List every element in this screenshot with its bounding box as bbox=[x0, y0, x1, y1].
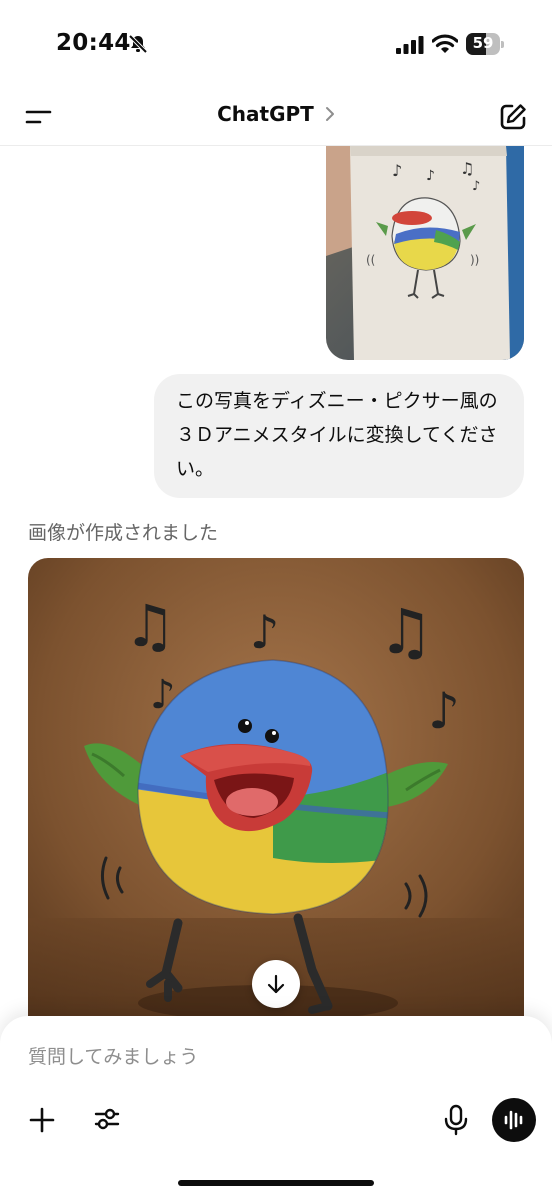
battery-body: 59 bbox=[466, 33, 500, 55]
svg-text:♪: ♪ bbox=[428, 682, 460, 740]
svg-text:♫: ♫ bbox=[124, 592, 176, 660]
svg-text:((: (( bbox=[366, 253, 375, 267]
arrow-down-icon bbox=[267, 974, 285, 994]
message-composer bbox=[0, 1016, 552, 1200]
svg-text:)): )) bbox=[470, 253, 479, 267]
wifi-icon bbox=[432, 34, 458, 53]
svg-text:♪: ♪ bbox=[426, 168, 435, 184]
cellular-signal-icon bbox=[396, 36, 424, 54]
page-title: ChatGPT bbox=[217, 102, 314, 126]
battery-percentage: 59 bbox=[472, 34, 494, 52]
plus-icon[interactable] bbox=[28, 1106, 56, 1134]
voice-waveform-icon bbox=[504, 1110, 523, 1130]
status-time: 20:44 bbox=[56, 30, 131, 56]
home-indicator bbox=[178, 1180, 374, 1186]
svg-text:♪: ♪ bbox=[472, 179, 480, 194]
compose-icon[interactable] bbox=[498, 102, 528, 132]
battery-indicator: 59 bbox=[466, 33, 504, 55]
svg-text:♪: ♪ bbox=[250, 605, 279, 659]
model-selector[interactable]: ChatGPT bbox=[0, 102, 552, 126]
image-created-status: 画像が作成されました bbox=[28, 522, 219, 544]
microphone-icon[interactable] bbox=[442, 1104, 470, 1136]
message-input[interactable] bbox=[28, 1042, 488, 1072]
status-bar: 20:44 59 bbox=[0, 0, 552, 90]
tools-sliders-icon[interactable] bbox=[92, 1104, 122, 1134]
bell-off-icon bbox=[128, 34, 148, 54]
user-message-bubble[interactable]: この写真をディズニー・ピクサー風の３Ｄアニメスタイルに変換してください。 bbox=[154, 374, 524, 498]
user-uploaded-photo[interactable]: ♪ ♪ ♫ ♪ (( )) bbox=[326, 146, 524, 360]
svg-text:♪: ♪ bbox=[392, 161, 402, 180]
svg-text:♫: ♫ bbox=[460, 159, 474, 178]
chevron-right-icon bbox=[325, 107, 334, 121]
chat-header: ChatGPT bbox=[0, 90, 552, 146]
svg-text:♫: ♫ bbox=[378, 595, 434, 668]
scroll-to-bottom-button[interactable] bbox=[252, 960, 300, 1008]
voice-mode-button[interactable] bbox=[492, 1098, 536, 1142]
photo-drawing-image: ♪ ♪ ♫ ♪ (( )) bbox=[326, 146, 524, 360]
battery-tip bbox=[501, 41, 504, 48]
